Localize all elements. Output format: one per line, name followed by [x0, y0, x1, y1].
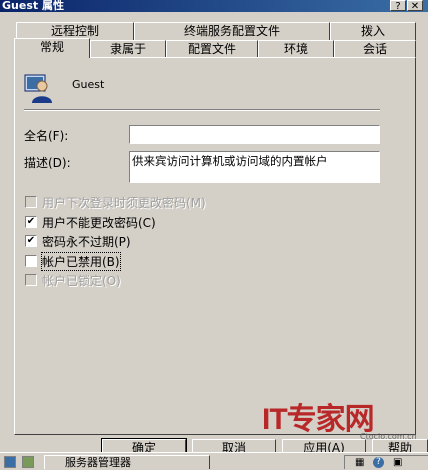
password-never-expires-checkbox[interactable]: ✔	[25, 235, 37, 247]
window-titlebar[interactable]: Guest 属性	[0, 0, 428, 12]
account-disabled-checkbox[interactable]	[25, 255, 37, 267]
network-icon[interactable]: ▦	[355, 457, 364, 468]
tab-terminal-services-profile[interactable]: 终端服务配置文件	[134, 22, 330, 40]
tab-member-of[interactable]: 隶属于	[90, 40, 166, 58]
tab-sessions[interactable]: 会话	[334, 40, 416, 58]
description-label: 描述(D):	[24, 156, 71, 170]
quicklaunch-icon[interactable]	[4, 456, 16, 468]
password-never-expires-label: 密码永不过期(P)	[42, 235, 131, 249]
account-locked-label: 帐户已锁定(O)	[42, 274, 121, 288]
quicklaunch-icon[interactable]	[22, 456, 34, 468]
must-change-password-label: 用户下次登录时须更改密码(M)	[42, 196, 206, 210]
tab-dial-in[interactable]: 拨入	[330, 22, 416, 40]
tab-profile[interactable]: 配置文件	[166, 40, 258, 58]
close-button[interactable]: ✕	[407, 0, 423, 12]
window-icon[interactable]: ▣	[393, 457, 402, 468]
system-tray: ▦ ? ▣	[344, 455, 428, 469]
tab-environment[interactable]: 环境	[258, 40, 334, 58]
taskbar-item-server-manager[interactable]: 服务器管理器	[44, 455, 210, 469]
username-label: Guest	[72, 78, 105, 91]
help-tray-icon[interactable]: ?	[373, 457, 384, 468]
account-locked-checkbox[interactable]	[25, 274, 37, 286]
cannot-change-password-label: 用户不能更改密码(C)	[42, 216, 156, 230]
user-icon	[24, 74, 52, 103]
window-title: Guest 属性	[2, 0, 64, 12]
account-disabled-label: 帐户已禁用(B)	[41, 252, 121, 271]
cannot-change-password-checkbox[interactable]: ✔	[25, 216, 37, 228]
taskbar: 服务器管理器 ▦ ? ▣	[0, 452, 428, 470]
watermark-url: Ctocio.com.cn	[360, 432, 417, 441]
description-field[interactable]: 供来宾访问计算机或访问域的内置帐户	[129, 151, 380, 183]
help-button[interactable]: ?	[390, 0, 406, 12]
watermark-logo: IT专家网	[262, 403, 375, 436]
must-change-password-checkbox[interactable]	[25, 196, 37, 208]
tab-general[interactable]: 常规	[14, 38, 90, 58]
separator	[24, 109, 380, 111]
fullname-field[interactable]	[129, 125, 380, 144]
fullname-label: 全名(F):	[24, 129, 69, 143]
